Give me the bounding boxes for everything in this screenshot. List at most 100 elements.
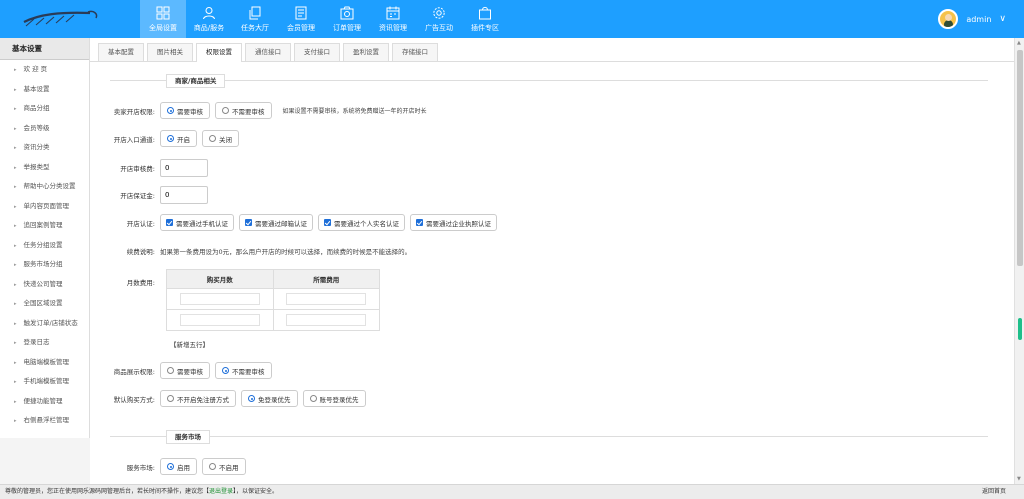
row-service-market: 服务市场: 启用 不启用 xyxy=(90,458,251,475)
sidebar-item-task-groups[interactable]: 任务分组设置 xyxy=(0,236,89,256)
radio-dot xyxy=(209,135,216,142)
months-input[interactable] xyxy=(179,292,260,305)
nav-item-ads[interactable]: 广告互动 xyxy=(416,0,462,38)
checkbox-email-verify[interactable]: 需要通过邮箱认证 xyxy=(239,214,313,231)
nav-item-plugins[interactable]: 插件专区 xyxy=(462,0,508,38)
vertical-scrollbar[interactable]: ▲ ▼ xyxy=(1014,38,1024,484)
radio-need-review[interactable]: 需要审核 xyxy=(160,102,210,119)
logout-link[interactable]: 退出登录 xyxy=(209,488,233,495)
checkbox-phone-verify[interactable]: 需要通过手机认证 xyxy=(160,214,234,231)
radio-account-first[interactable]: 账号登录优先 xyxy=(302,390,366,407)
radio-product-no-review[interactable]: 不需要审核 xyxy=(215,362,272,379)
chevron-down-icon: ∨ xyxy=(999,14,1006,24)
nav-item-global-settings[interactable]: 全局设置 xyxy=(140,0,186,38)
radio-label: 不需要审核 xyxy=(232,107,265,116)
section-header-service-market: 服务市场 xyxy=(110,430,988,444)
sidebar-item-login-log[interactable]: 登录日志 xyxy=(0,333,89,353)
column-header-fee: 所需费用 xyxy=(272,269,380,289)
bag-icon xyxy=(478,6,492,20)
fee-input[interactable] xyxy=(286,292,367,305)
tab-permissions[interactable]: 权限设置 xyxy=(196,43,242,62)
logo[interactable] xyxy=(0,0,140,38)
sidebar-item-member-levels[interactable]: 会员等级 xyxy=(0,119,89,139)
radio-dot xyxy=(209,463,216,470)
checkbox-license-verify[interactable]: 需要通过企业执照认证 xyxy=(410,214,497,231)
field-label: 服务市场: xyxy=(126,463,155,472)
tab-payment[interactable]: 支付接口 xyxy=(294,43,340,61)
audit-fee-input[interactable] xyxy=(160,159,208,177)
nav-item-products[interactable]: 商品/服务 xyxy=(186,0,232,38)
radio-market-disable[interactable]: 不启用 xyxy=(202,458,246,475)
sidebar-item-order-status[interactable]: 触发订单/店铺状态 xyxy=(0,314,89,334)
sidebar-item-mobile-templates[interactable]: 手机端模板管理 xyxy=(0,372,89,392)
sidebar-item-basic-settings[interactable]: 基本设置 xyxy=(0,80,89,100)
sidebar-item-service-market-groups[interactable]: 服务市场分组 xyxy=(0,255,89,275)
scrollbar-thumb[interactable] xyxy=(1017,50,1023,266)
fee-input[interactable] xyxy=(286,313,367,326)
sidebar-item-regions[interactable]: 全国区域设置 xyxy=(0,294,89,314)
back-home-link[interactable]: 返回首页 xyxy=(982,485,1006,499)
sidebar-item-pc-templates[interactable]: 电脑端模板管理 xyxy=(0,353,89,373)
row-monthly-fee: 月数费用: xyxy=(90,277,160,287)
radio-dot xyxy=(309,395,317,402)
member-icon xyxy=(294,6,308,20)
sidebar-item-help-center[interactable]: 帮助中心分类设置 xyxy=(0,177,89,197)
grid-icon xyxy=(156,6,170,20)
sidebar-item-news-categories[interactable]: 资讯分类 xyxy=(0,138,89,158)
radio-label: 启用 xyxy=(177,463,190,472)
deposit-input[interactable] xyxy=(160,186,208,204)
radio-dot xyxy=(167,395,174,402)
radio-label: 账号登录优先 xyxy=(319,395,359,404)
months-input[interactable] xyxy=(179,313,260,326)
checkbox-label: 需要通过邮箱认证 xyxy=(255,219,307,228)
radio-label: 需要审核 xyxy=(177,107,203,116)
scroll-down-icon[interactable]: ▼ xyxy=(1017,476,1021,482)
sidebar-item-report-types[interactable]: 举报类型 xyxy=(0,158,89,178)
side-float-tab[interactable] xyxy=(1018,318,1022,340)
add-five-rows-link[interactable]: 【新增五行】 xyxy=(170,339,209,349)
divider xyxy=(110,80,988,81)
radio-no-review[interactable]: 不需要审核 xyxy=(215,102,272,119)
nav-item-members[interactable]: 会员管理 xyxy=(278,0,324,38)
tab-profit[interactable]: 盈利设置 xyxy=(343,43,389,61)
sidebar-item-welcome[interactable]: 欢 迎 页 xyxy=(0,60,89,80)
nav-item-news[interactable]: 资讯管理 xyxy=(370,0,416,38)
tab-basic-config[interactable]: 基本配置 xyxy=(98,43,144,61)
checkbox-box xyxy=(166,219,173,226)
sidebar-item-couriers[interactable]: 快递公司管理 xyxy=(0,275,89,295)
calendar-icon xyxy=(386,6,400,20)
sidebar-item-shortcuts[interactable]: 便捷功能管理 xyxy=(0,392,89,412)
checkbox-realname-verify[interactable]: 需要通过个人实名认证 xyxy=(318,214,405,231)
radio-dot xyxy=(167,463,174,470)
sidebar-item-recovery-cases[interactable]: 追回案例管理 xyxy=(0,216,89,236)
footer-text: 尊敬的管理员，您正在使用网乐源码网管理后台，若长时间不操作，建议您【 xyxy=(5,488,210,495)
tab-storage[interactable]: 存储接口 xyxy=(392,43,438,61)
radio-no-guest-buy[interactable]: 不开启免注册方式 xyxy=(160,390,236,407)
row-buy-mode: 默认购买方式: 不开启免注册方式 免登录优先 账号登录优先 xyxy=(90,390,371,407)
row-product-display: 商品展示权限: 需要审核 不需要审核 xyxy=(90,362,277,379)
nav-label: 插件专区 xyxy=(471,23,499,32)
renew-description: 如果第一条费用设为0元，那么用户开店的时候可以选择，而续费的时候是不能选择的。 xyxy=(160,248,412,256)
nav-item-orders[interactable]: 订单管理 xyxy=(324,0,370,38)
radio-dot xyxy=(222,367,229,374)
user-menu[interactable]: admin ∨ xyxy=(938,8,1006,30)
radio-product-review[interactable]: 需要审核 xyxy=(160,362,210,379)
sidebar-item-product-groups[interactable]: 商品分组 xyxy=(0,99,89,119)
sidebar-item-single-pages[interactable]: 单内容页面管理 xyxy=(0,197,89,217)
radio-market-enable[interactable]: 启用 xyxy=(160,458,197,475)
monthly-fee-table: 购买月数 所需费用 xyxy=(166,269,380,331)
scroll-up-icon[interactable]: ▲ xyxy=(1017,40,1021,46)
camera-icon xyxy=(340,6,354,20)
tab-images[interactable]: 图片相关 xyxy=(147,43,193,61)
column-header-months: 购买月数 xyxy=(166,269,274,289)
nav-item-task-hall[interactable]: 任务大厅 xyxy=(232,0,278,38)
hint-text: 如果设置不需要审核，系统将免费赠送一年的开店时长 xyxy=(282,108,427,115)
radio-entry-off[interactable]: 关闭 xyxy=(202,130,239,147)
radio-label: 不开启免注册方式 xyxy=(177,395,229,404)
radio-entry-on[interactable]: 开启 xyxy=(160,130,197,147)
tab-communication[interactable]: 通信接口 xyxy=(245,43,291,61)
radio-guest-first[interactable]: 免登录优先 xyxy=(241,390,298,407)
checkbox-box xyxy=(416,219,423,226)
radio-label: 不启用 xyxy=(219,463,239,472)
sidebar-item-float-bar[interactable]: 右侧悬浮栏管理 xyxy=(0,411,89,431)
